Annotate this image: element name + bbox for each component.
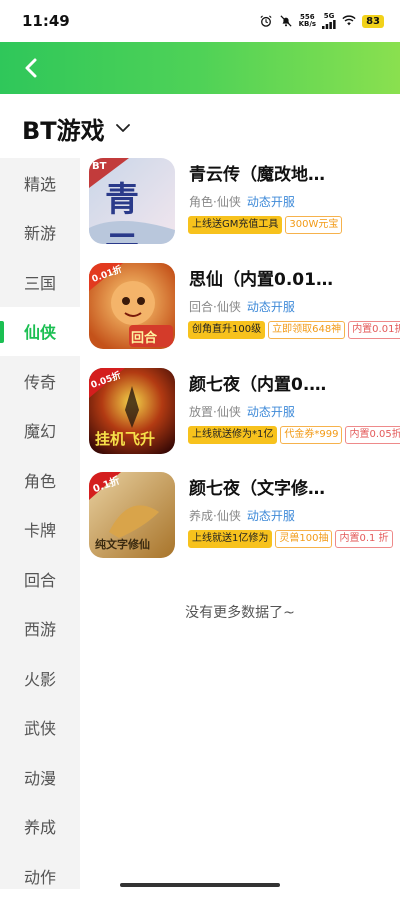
promo-tag: 创角直升100级 — [188, 321, 266, 339]
sidebar-item-category[interactable]: 卡牌 — [0, 505, 80, 555]
game-genre: 回合·仙侠 — [189, 300, 241, 314]
sidebar-item-category[interactable]: 火影 — [0, 653, 80, 703]
qingyun-game-icon[interactable]: BT 青云 — [89, 158, 175, 244]
sidebar-item-label: 精选 — [24, 174, 57, 194]
game-tags: 上线就送修为*1亿 代金券*999 内置0.05折 — [188, 426, 400, 444]
game-list-item[interactable]: 0.01折 回合 思仙（内置0.01… 回合·仙侠 动态开服 创角直升100级 立即领取64… — [80, 263, 400, 359]
sidebar-item-label: 仙侠 — [24, 323, 57, 343]
page-title: BT游戏 — [22, 116, 105, 145]
mute-bell-icon — [280, 15, 292, 27]
network-type: 5G — [323, 12, 335, 20]
sidebar-item-label: 回合 — [24, 570, 57, 590]
game-genre: 放置·仙侠 — [189, 405, 241, 419]
sidebar-item-label: 卡牌 — [24, 521, 57, 541]
status-bar: 11:49 556 KB/s 5G 83 — [0, 0, 400, 42]
sidebar-item-category[interactable]: 新游 — [0, 208, 80, 258]
wifi-icon — [342, 15, 356, 26]
game-tags: 上线就送1亿修为 灵兽100抽 内置0.1 折 — [188, 530, 393, 548]
no-more-data-text: 没有更多数据了~ — [185, 605, 295, 621]
sidebar-item-label: 养成 — [24, 818, 57, 838]
sidebar-item-category[interactable]: 精选 — [0, 158, 80, 208]
promo-tag: 立即领取648神 — [268, 321, 346, 339]
game-list-item[interactable]: 0.1折 纯文字修仙 颜七夜（文字修… 养成·仙侠 动态开服 上线就送1亿修为 灵兽100抽… — [80, 472, 400, 568]
sidebar-item-category[interactable]: 西游 — [0, 604, 80, 654]
alarm-icon — [260, 15, 272, 27]
sidebar-item-category[interactable]: 养成 — [0, 802, 80, 852]
chevron-down-icon — [115, 124, 130, 132]
server-open-link[interactable]: 动态开服 — [247, 195, 295, 209]
category-sidebar: 精选新游三国仙侠传奇魔幻角色卡牌回合西游火影武侠动漫养成动作 — [0, 158, 80, 889]
net-speed: 556 KB/s — [299, 14, 316, 28]
top-header — [0, 42, 400, 94]
promo-tag: 内置0.1 折 — [335, 530, 393, 548]
game-title[interactable]: 思仙（内置0.01… — [189, 265, 394, 290]
home-indicator[interactable] — [120, 883, 280, 887]
sidebar-item-category[interactable]: 角色 — [0, 455, 80, 505]
game-list-item[interactable]: BT青云青云传（魔改地…角色·仙侠动态开服上线送GM充值工具300W元宝 — [80, 158, 400, 254]
network-indicator: 5G — [322, 13, 336, 29]
title-dropdown[interactable]: BT游戏 — [22, 108, 131, 148]
game-meta: 回合·仙侠 动态开服 — [189, 298, 295, 315]
yanqiye-text-game-icon[interactable]: 0.1折 纯文字修仙 — [89, 472, 175, 558]
promo-tag: 上线送GM充值工具 — [188, 216, 283, 234]
server-open-link[interactable]: 动态开服 — [247, 509, 295, 523]
game-list-item[interactable]: 0.05折 挂机飞升 颜七夜（内置0.… 放置·仙侠 动态开服 上线就送修为*1亿 代金券*… — [80, 368, 400, 464]
icon-art-text: 挂机飞升 — [95, 430, 156, 448]
signal-icon — [322, 20, 336, 29]
promo-tag: 上线就送修为*1亿 — [188, 426, 278, 444]
icon-art-text: 青云 — [105, 180, 141, 244]
game-meta: 养成·仙侠 动态开服 — [189, 507, 295, 524]
sixian-game-icon[interactable]: 0.01折 回合 — [89, 263, 175, 349]
yanqiye-game-icon[interactable]: 0.05折 挂机飞升 — [89, 368, 175, 454]
sidebar-item-label: 西游 — [24, 620, 57, 640]
sidebar-item-label: 动漫 — [24, 768, 57, 788]
icon-art-text: 回合 — [131, 331, 158, 346]
discount-badge: BT — [92, 161, 107, 172]
active-indicator — [0, 320, 4, 343]
server-open-link[interactable]: 动态开服 — [247, 300, 295, 314]
game-meta: 放置·仙侠 动态开服 — [189, 403, 295, 420]
battery-indicator: 83 — [362, 14, 384, 28]
promo-tag: 内置0.01折 — [348, 321, 400, 339]
sidebar-item-category[interactable]: 魔幻 — [0, 406, 80, 456]
sidebar-item-label: 新游 — [24, 224, 57, 244]
sidebar-item-label: 传奇 — [24, 372, 57, 392]
game-title[interactable]: 颜七夜（内置0.… — [189, 370, 394, 395]
sidebar-item-label: 三国 — [24, 273, 57, 293]
sidebar-item-category[interactable]: 仙侠 — [0, 306, 80, 356]
status-icons: 556 KB/s 5G 83 — [259, 13, 384, 29]
promo-tag: 代金券*999 — [280, 426, 343, 444]
back-arrow-icon[interactable] — [18, 54, 46, 82]
sidebar-item-label: 角色 — [24, 471, 57, 491]
net-speed-unit: KB/s — [298, 20, 317, 28]
promo-tag: 300W元宝 — [285, 216, 343, 234]
status-time: 11:49 — [22, 12, 70, 30]
game-tags: 上线送GM充值工具 300W元宝 — [188, 216, 343, 234]
sidebar-item-category[interactable]: 三国 — [0, 257, 80, 307]
sidebar-item-category[interactable]: 武侠 — [0, 703, 80, 753]
sidebar-item-category[interactable]: 回合 — [0, 554, 80, 604]
game-genre: 角色·仙侠 — [189, 195, 241, 209]
sidebar-item-label: 火影 — [24, 669, 57, 689]
game-title[interactable]: 青云传（魔改地… — [189, 160, 394, 185]
game-meta: 角色·仙侠 动态开服 — [189, 193, 295, 210]
sidebar-item-category[interactable]: 动漫 — [0, 752, 80, 802]
promo-tag: 内置0.05折 — [345, 426, 400, 444]
icon-art-text: 纯文字修仙 — [95, 538, 150, 551]
server-open-link[interactable]: 动态开服 — [247, 405, 295, 419]
sidebar-item-label: 武侠 — [24, 719, 57, 739]
game-title[interactable]: 颜七夜（文字修… — [189, 474, 394, 499]
promo-tag: 灵兽100抽 — [275, 530, 333, 548]
game-genre: 养成·仙侠 — [189, 509, 241, 523]
game-list: 没有更多数据了~ BT青云青云传（魔改地…角色·仙侠动态开服上线送GM充值工具3… — [80, 158, 400, 889]
game-tags: 创角直升100级 立即领取648神 内置0.01折 — [188, 321, 400, 339]
sidebar-item-label: 魔幻 — [24, 422, 57, 442]
sidebar-item-label: 动作 — [24, 867, 57, 887]
sidebar-item-category[interactable]: 传奇 — [0, 356, 80, 406]
promo-tag: 上线就送1亿修为 — [188, 530, 273, 548]
sidebar-item-category[interactable]: 动作 — [0, 851, 80, 901]
